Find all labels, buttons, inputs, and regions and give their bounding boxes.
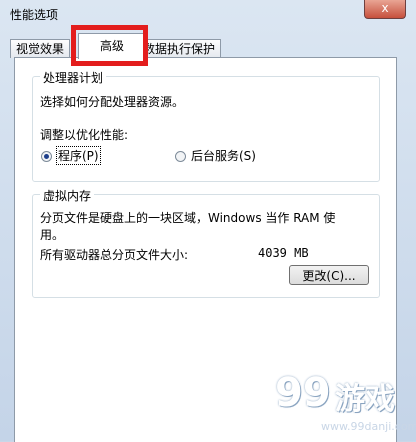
paging-file-total-value: 4039 MB	[258, 246, 309, 260]
virtual-memory-description-line2: 用。	[40, 228, 65, 242]
watermark-name: 游戏	[335, 382, 395, 417]
optimize-performance-label: 调整以优化性能:	[40, 128, 129, 142]
red-highlight-box	[71, 25, 148, 66]
paging-file-total-label: 所有驱动器总分页文件大小:	[40, 248, 189, 262]
tab-visual-effects-label: 视觉效果	[16, 42, 65, 56]
processor-scheduling-title: 处理器计划	[40, 69, 107, 86]
virtual-memory-group: 虚拟内存 分页文件是硬盘上的一块区域，Windows 当作 RAM 使 用。 所…	[32, 187, 380, 298]
performance-options-window: 性能选项 x 视觉效果 高级 数据执行保护 处理器计划 选择如何分配处理器资源。…	[0, 0, 416, 442]
tab-visual-effects[interactable]: 视觉效果	[10, 39, 71, 58]
watermark-url: www.99danji.com	[321, 420, 416, 433]
processor-scheduling-group: 处理器计划 选择如何分配处理器资源。 调整以优化性能: 程序(P) 后台服务(S…	[32, 69, 380, 182]
close-button[interactable]: x	[364, 0, 406, 19]
change-button[interactable]: 更改(C)...	[289, 265, 369, 285]
site-watermark: 99 游戏 www.99danji.com	[273, 368, 416, 438]
tab-data-execution-prevention[interactable]: 数据执行保护	[137, 39, 222, 58]
window-title: 性能选项	[10, 8, 59, 22]
title-bar: 性能选项 x	[0, 0, 416, 28]
tab-strip: 视觉效果 高级 数据执行保护	[10, 32, 406, 59]
watermark-logo: 99	[275, 370, 331, 416]
close-icon: x	[381, 1, 389, 15]
virtual-memory-title: 虚拟内存	[40, 187, 95, 204]
radio-programs-label[interactable]: 程序(P)	[56, 146, 101, 165]
processor-scheduling-description: 选择如何分配处理器资源。	[40, 95, 185, 109]
radio-programs[interactable]	[41, 151, 52, 162]
tab-dep-label: 数据执行保护	[143, 42, 216, 56]
radio-background-services-label[interactable]: 后台服务(S)	[191, 147, 256, 164]
radio-background-services[interactable]	[175, 151, 186, 162]
virtual-memory-description-line1: 分页文件是硬盘上的一块区域，Windows 当作 RAM 使	[40, 211, 336, 225]
